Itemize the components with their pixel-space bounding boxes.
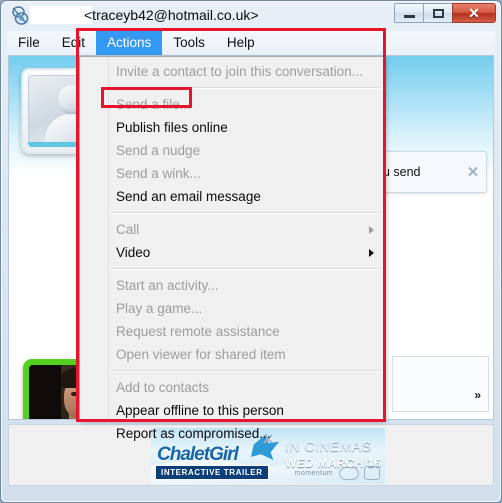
close-button[interactable]: ✕ [452,3,496,23]
chevron-right-double-icon[interactable]: » [474,388,481,402]
close-icon: ✕ [468,4,480,21]
annotation-box-send-a-file [101,87,192,108]
maximize-button[interactable] [423,3,452,23]
window-controls: ✕ [394,3,496,24]
ad-studio-logo-2 [364,466,380,480]
minimize-button[interactable] [394,3,423,23]
ad-brand-logo: ChaletGirl [157,444,239,465]
ad-studio-name: momentum [294,470,333,477]
redacted-contact-name [30,6,92,24]
ad-trailer-badge[interactable]: INTERACTIVE TRAILER [155,465,269,480]
minimize-icon [404,15,415,18]
toast-close-icon[interactable]: ✕ [460,163,486,181]
msn-messenger-window: <traceyb42@hotmail.co.uk> ✕ File Edit Ac… [0,0,502,503]
photo-doorframe [29,365,61,419]
toast-notification[interactable]: ou send ✕ [371,151,487,193]
expander-panel[interactable]: » [392,356,489,412]
menu-file[interactable]: File [7,31,51,55]
menu-item-report-as-compromised[interactable]: Report as compromised... [80,422,383,445]
title-bar[interactable]: <traceyb42@hotmail.co.uk> ✕ [0,0,502,30]
ad-studio-logo-1 [339,467,359,480]
msn-messenger-icon [12,6,29,25]
maximize-icon [433,9,444,18]
window-title: <traceyb42@hotmail.co.uk> [84,7,259,23]
